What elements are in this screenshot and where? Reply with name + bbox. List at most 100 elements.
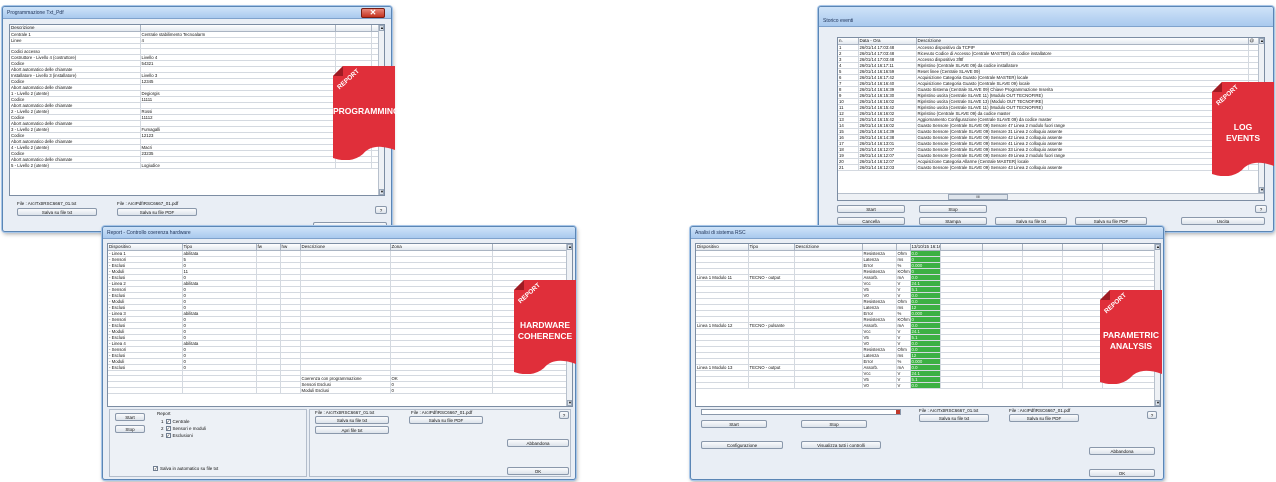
table-cell (696, 382, 749, 389)
checkbox[interactable]: ✓ (165, 426, 171, 432)
file-pdf-label: File : ArcIPdfIRSC6667_01.pdf (1009, 408, 1071, 413)
table-cell (1062, 382, 1103, 389)
stop-button[interactable]: Stop (801, 420, 867, 428)
ok-button[interactable]: OK (1089, 469, 1155, 477)
report-option[interactable]: 2 ✓ Sensori e moduli (161, 425, 206, 432)
analysis-grid[interactable]: Dispositivo Tipo Descrizione 13/10/15 16… (695, 243, 1161, 407)
file-txt-label: File : ArcITxtIRSC6667_01.txt (919, 408, 979, 413)
checkbox[interactable]: ✓ (153, 466, 158, 472)
table-row[interactable]: V0 V 0.0 (696, 382, 1160, 389)
badge-title: LOG EVENTS (1225, 122, 1260, 143)
hardware-grid[interactable]: Dispositivo Tipo fw hw Descrizione Zona … (107, 243, 573, 407)
parametric-analysis-window: Analisi di sistema RSC Dispositivo Tipo … (690, 226, 1164, 480)
file-txt-label: File : ArcITxtIRSC6667_01.txt (17, 201, 77, 206)
table-cell (492, 387, 572, 394)
table-cell: Logiudice (140, 162, 336, 169)
badge-title: HARDWARE COHERENCE (517, 320, 573, 341)
report-label: Report (157, 411, 171, 416)
column-header-timestamp[interactable]: 13/10/15 16:16 (910, 244, 941, 251)
open-txt-button[interactable]: Apri file txt (315, 426, 389, 434)
report-checklist: 1 ✓ Centrale 2 ✓ Sensori e moduli 3 ✓ Esclusioni (161, 418, 206, 439)
table-cell (256, 387, 281, 394)
view-all-button[interactable]: Visualizza tutti i controlli (801, 441, 881, 449)
window-title: Programmazione Txt_Pdf (3, 7, 391, 19)
table-row[interactable]: Moduli Esclusi 0 (108, 387, 572, 394)
table-cell: Moduli Esclusi (300, 387, 391, 394)
abandon-button[interactable]: Abbandona (507, 439, 569, 447)
table-cell (280, 387, 301, 394)
progress-bar (701, 409, 901, 415)
option-number: 1 (161, 419, 164, 424)
table-cell (748, 382, 795, 389)
exit-button[interactable]: Uscita (1181, 217, 1265, 225)
stop-button[interactable]: Stop (919, 205, 987, 213)
table-cell (982, 382, 1023, 389)
option-label: Centrale (172, 419, 190, 424)
programming-report-badge: REPORT PROGRAMMING (333, 66, 400, 160)
help-button[interactable]: ? (1147, 411, 1157, 419)
table-cell (1022, 382, 1063, 389)
hardware-report-badge: REPORT HARDWARE COHERENCE (514, 280, 576, 374)
close-button[interactable]: ✕ (361, 8, 385, 18)
table-row[interactable]: 5 - Livello 2 (utente) Logiudice (10, 162, 384, 169)
log-events-report-badge: REPORT LOG EVENTS (1212, 82, 1274, 176)
table-row[interactable]: 21 26/01/14 16:12:03 Guasto Sensore (Centr… (838, 164, 1264, 171)
hardware-coherence-window: Report - Controllo coerenza hardware Dis… (102, 226, 576, 480)
file-pdf-label: File : ArcIPdfIRSC6667_01.pdf (411, 410, 473, 415)
file-txt-label: File : ArcITxtIRSC6667_01.txt (315, 410, 375, 415)
save-txt-button[interactable]: Salva su file txt (17, 208, 97, 216)
help-button[interactable]: ? (559, 411, 569, 419)
checkbox[interactable]: ✓ (165, 433, 171, 439)
table-cell: KOhm (896, 316, 911, 323)
progress-end-marker (896, 410, 900, 414)
start-button[interactable]: Start (115, 413, 145, 421)
report-option[interactable]: 1 ✓ Centrale (161, 418, 206, 425)
table-cell: Guasto Sensore (Centrale SLAVE 09) Senso… (916, 164, 1249, 171)
option-number: 3 (161, 433, 164, 438)
cancel-button[interactable]: Cancella (837, 217, 905, 225)
save-txt-button[interactable]: Salva su file txt (315, 416, 389, 424)
scroll-thumb[interactable]: III (948, 194, 1008, 200)
help-button[interactable]: ? (1255, 205, 1267, 213)
file-pdf-label: File : ArcIPdfIRSC6667_01.pdf (117, 201, 179, 206)
window-title: Storico eventi (819, 7, 1273, 27)
abandon-button[interactable]: Abbandona (1089, 447, 1155, 455)
option-label: Esclusioni (172, 433, 193, 438)
table-cell (940, 382, 983, 389)
save-pdf-button[interactable]: Salva su file PDF (409, 416, 483, 424)
save-pdf-button[interactable]: Salva su file PDF (117, 208, 197, 216)
start-button[interactable]: Start (837, 205, 905, 213)
table-cell: V0 (862, 382, 897, 389)
save-pdf-button[interactable]: Salva su file PDF (1075, 217, 1147, 225)
table-cell: KOhm (896, 268, 911, 275)
table-cell (108, 387, 183, 394)
option-number: 2 (161, 426, 164, 431)
table-cell (794, 382, 863, 389)
ok-button[interactable]: OK (507, 467, 569, 475)
save-pdf-button[interactable]: Salva su file PDF (1009, 414, 1079, 422)
table-cell: V (896, 382, 911, 389)
report-option[interactable]: 3 ✓ Esclusioni (161, 432, 206, 439)
checkbox[interactable]: ✓ (165, 419, 171, 425)
save-txt-button[interactable]: Salva su file txt (919, 414, 989, 422)
programming-grid[interactable]: Descrizione Centrale 1 Centrale stabilime… (9, 24, 385, 196)
start-button[interactable]: Start (701, 420, 767, 428)
help-button[interactable]: ? (375, 206, 387, 214)
log-events-window: Storico eventi n. Data - Ora Descrizione… (818, 6, 1274, 232)
horizontal-scrollbar[interactable]: III (838, 193, 1264, 200)
save-txt-button[interactable]: Salva su file txt (995, 217, 1067, 225)
auto-save-label: Salva in automatico su file txt (160, 466, 219, 471)
auto-save-checkbox[interactable]: ✓ Salva in automatico su file txt (153, 466, 219, 472)
table-cell (182, 387, 257, 394)
table-cell: 0.0 (910, 382, 941, 389)
stop-button[interactable]: Stop (115, 425, 145, 433)
parametric-report-badge: REPORT PARAMETRIC ANALYSIS (1100, 290, 1162, 384)
print-button[interactable]: Stampa (919, 217, 987, 225)
badge-title: PARAMETRIC ANALYSIS (1102, 330, 1160, 351)
table-cell: 21 (838, 164, 859, 171)
table-cell: 0 (390, 387, 493, 394)
events-grid[interactable]: n. Data - Ora Descrizione @ 1 26/01/14 17… (837, 37, 1265, 201)
option-label: Sensori e moduli (172, 426, 207, 431)
configuration-button[interactable]: Configurazione (701, 441, 783, 449)
window-title: Analisi di sistema RSC (691, 227, 1163, 239)
